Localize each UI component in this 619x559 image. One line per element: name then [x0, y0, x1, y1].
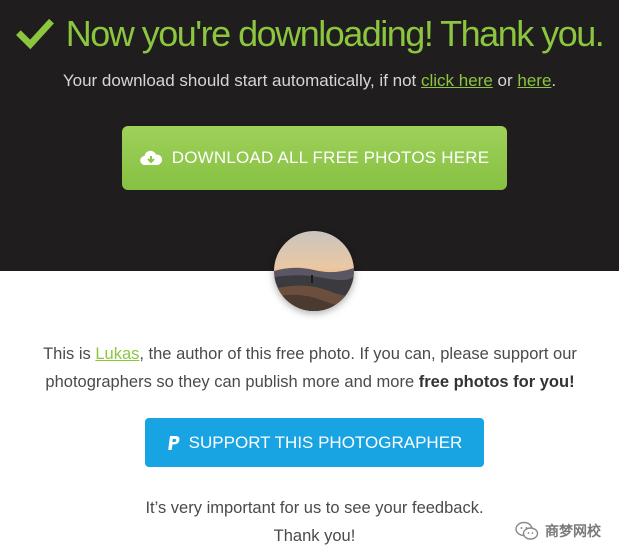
support-photographer-button[interactable]: SUPPORT THIS PHOTOGRAPHER — [145, 418, 484, 467]
page-title: Now you're downloading! Thank you. — [0, 10, 619, 58]
watermark: 商梦网校 — [515, 521, 601, 541]
feedback-line: It’s very important for us to see your f… — [145, 499, 484, 517]
headline-text: Now you're downloading! Thank you. — [65, 13, 605, 54]
click-here-link[interactable]: click here — [421, 71, 493, 90]
support-photographer-label: SUPPORT THIS PHOTOGRAPHER — [188, 432, 463, 452]
checkmark-icon — [15, 18, 54, 50]
author-text-bold: free photos for you! — [418, 373, 575, 391]
download-all-button[interactable]: DOWNLOAD ALL FREE PHOTOS HERE — [122, 126, 507, 190]
author-text: This is Lukas, the author of this free p… — [43, 345, 577, 391]
here-link[interactable]: here — [517, 71, 551, 90]
cloud-download-icon — [139, 150, 162, 166]
watermark-text: 商梦网校 — [545, 523, 601, 539]
download-all-label: DOWNLOAD ALL FREE PHOTOS HERE — [171, 148, 490, 167]
download-status-text: Your download should start automatically… — [62, 71, 557, 90]
paypal-icon — [167, 435, 180, 450]
wechat-icon — [515, 521, 539, 540]
author-name-link[interactable]: Lukas — [95, 345, 139, 363]
author-avatar[interactable] — [274, 231, 354, 311]
